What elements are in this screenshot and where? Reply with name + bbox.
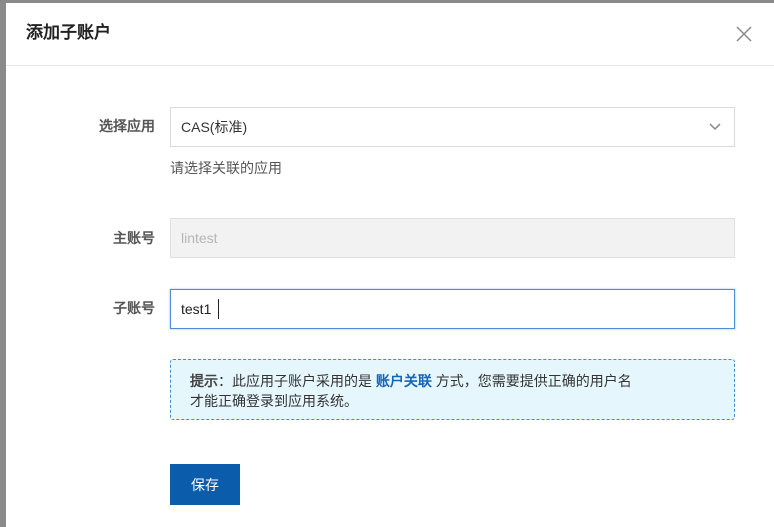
sub-account-input[interactable] <box>170 289 735 329</box>
tip-text-after: 方式，您需要提供正确的用户名 <box>431 373 632 389</box>
close-button[interactable] <box>735 25 753 43</box>
close-icon <box>736 26 752 42</box>
main-account-field: lintest <box>170 218 735 258</box>
tip-line-2: 才能正确登录到应用系统。 <box>190 393 358 409</box>
tip-link-account-association: 账户关联 <box>375 373 432 389</box>
save-button[interactable]: 保存 <box>170 464 240 505</box>
tip-box: 提示：此应用子账户采用的是 账户关联 方式，您需要提供正确的用户名 才能正确登录… <box>170 359 735 420</box>
app-select-value: CAS(标准) <box>181 119 248 135</box>
dialog-header: 添加子账户 <box>6 3 774 66</box>
sub-account-label: 子账号 <box>113 300 155 316</box>
app-select[interactable]: CAS(标准) <box>170 107 735 147</box>
main-account-label: 主账号 <box>113 230 155 246</box>
tip-line-1: 提示：此应用子账户采用的是 账户关联 方式，您需要提供正确的用户名 <box>190 371 734 391</box>
chevron-down-icon <box>708 122 722 132</box>
dialog-title: 添加子账户 <box>26 23 111 42</box>
app-select-label: 选择应用 <box>99 118 155 134</box>
tip-prefix: 提示 <box>190 373 218 389</box>
tip-text-before: ：此应用子账户采用的是 <box>218 373 376 389</box>
app-select-help: 请选择关联的应用 <box>170 160 282 176</box>
text-caret <box>218 299 219 319</box>
add-sub-account-dialog: 添加子账户 选择应用 CAS(标准) 请选择关联的应用 主账号 lintest … <box>6 3 774 527</box>
